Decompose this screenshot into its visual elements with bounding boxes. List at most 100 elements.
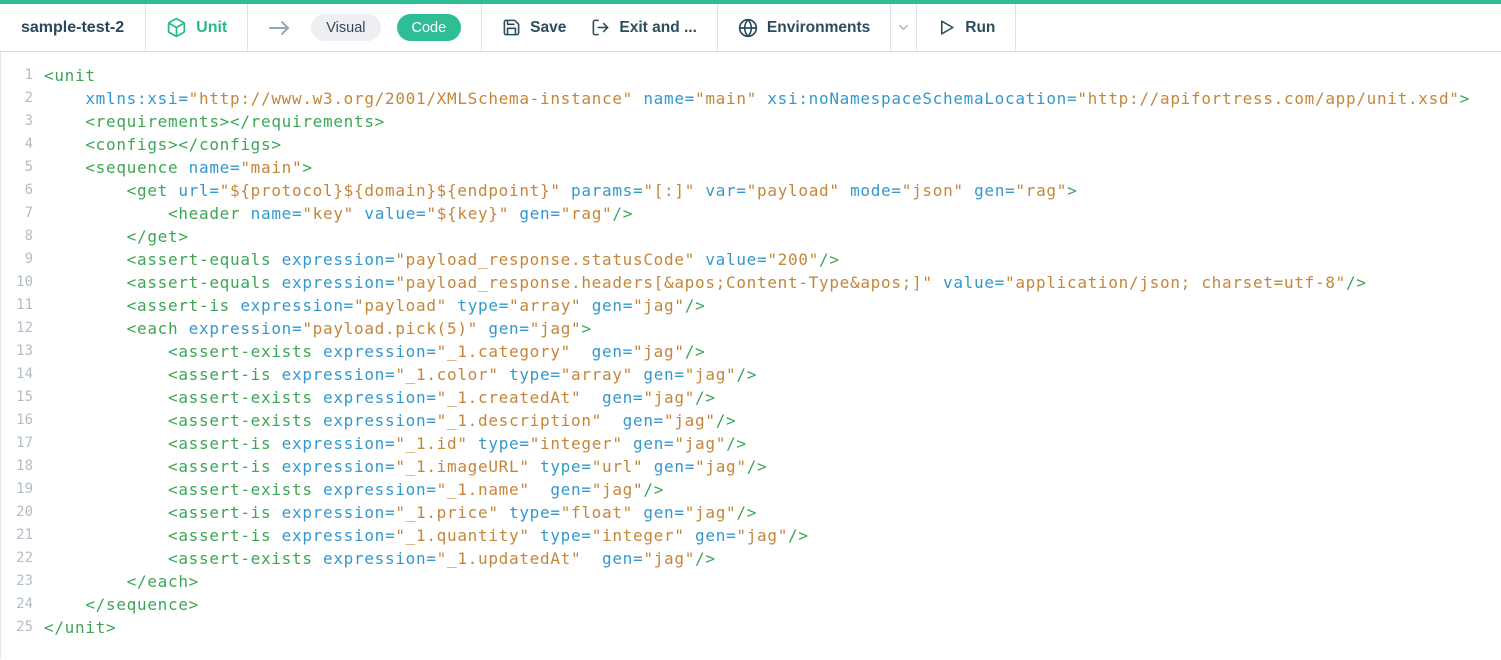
line-number: 5 <box>1 156 33 179</box>
save-label: Save <box>530 19 566 37</box>
code-line[interactable]: 25</unit> <box>1 616 1501 639</box>
code-line[interactable]: 24 </sequence> <box>1 593 1501 616</box>
line-number: 9 <box>1 248 33 271</box>
code-line-text: xmlns:xsi="http://www.w3.org/2001/XMLSch… <box>33 87 1470 110</box>
code-line[interactable]: 23 </each> <box>1 570 1501 593</box>
code-line-text: <sequence name="main"> <box>33 156 313 179</box>
code-line-text: <assert-is expression="payload" type="ar… <box>33 294 705 317</box>
line-number: 4 <box>1 133 33 156</box>
code-line-text: <unit <box>33 64 96 87</box>
line-number: 16 <box>1 409 33 432</box>
code-toggle-button[interactable]: Code <box>397 14 462 41</box>
exit-label: Exit and ... <box>619 19 697 37</box>
globe-icon <box>738 18 758 38</box>
code-line[interactable]: 8 </get> <box>1 225 1501 248</box>
environments-section: Environments <box>718 4 891 51</box>
code-line[interactable]: 9 <assert-equals expression="payload_res… <box>1 248 1501 271</box>
line-number: 19 <box>1 478 33 501</box>
code-line[interactable]: 20 <assert-is expression="_1.price" type… <box>1 501 1501 524</box>
code-line-text: </sequence> <box>33 593 199 616</box>
line-number: 15 <box>1 386 33 409</box>
code-line[interactable]: 6 <get url="${protocol}${domain}${endpoi… <box>1 179 1501 202</box>
code-line[interactable]: 11 <assert-is expression="payload" type=… <box>1 294 1501 317</box>
environments-dropdown-toggle[interactable] <box>891 4 917 51</box>
code-line[interactable]: 5 <sequence name="main"> <box>1 156 1501 179</box>
line-number: 20 <box>1 501 33 524</box>
code-line[interactable]: 21 <assert-is expression="_1.quantity" t… <box>1 524 1501 547</box>
run-label: Run <box>965 19 995 37</box>
line-number: 7 <box>1 202 33 225</box>
code-line-text: <assert-is expression="_1.id" type="inte… <box>33 432 747 455</box>
code-line-text: <assert-is expression="_1.price" type="f… <box>33 501 757 524</box>
save-icon <box>502 18 521 37</box>
code-line[interactable]: 17 <assert-is expression="_1.id" type="i… <box>1 432 1501 455</box>
code-line[interactable]: 16 <assert-exists expression="_1.descrip… <box>1 409 1501 432</box>
arrow-right-icon <box>268 20 292 36</box>
code-line-text: </each> <box>33 570 199 593</box>
line-number: 18 <box>1 455 33 478</box>
code-line-text: <get url="${protocol}${domain}${endpoint… <box>33 179 1077 202</box>
code-line-text: <assert-exists expression="_1.name" gen=… <box>33 478 664 501</box>
line-number: 1 <box>1 64 33 87</box>
line-number: 14 <box>1 363 33 386</box>
exit-button[interactable]: Exit and ... <box>591 18 697 37</box>
code-line[interactable]: 7 <header name="key" value="${key}" gen=… <box>1 202 1501 225</box>
code-line[interactable]: 2 xmlns:xsi="http://www.w3.org/2001/XMLS… <box>1 87 1501 110</box>
code-line[interactable]: 10 <assert-equals expression="payload_re… <box>1 271 1501 294</box>
toolbar: sample-test-2 Unit Visual Code <box>0 4 1501 52</box>
environments-button[interactable]: Environments <box>738 18 870 38</box>
line-number: 13 <box>1 340 33 363</box>
line-number: 24 <box>1 593 33 616</box>
save-exit-section: Save Exit and ... <box>482 4 718 51</box>
code-line[interactable]: 13 <assert-exists expression="_1.categor… <box>1 340 1501 363</box>
save-button[interactable]: Save <box>502 18 566 37</box>
line-number: 11 <box>1 294 33 317</box>
code-line[interactable]: 19 <assert-exists expression="_1.name" g… <box>1 478 1501 501</box>
unit-label[interactable]: Unit <box>196 19 227 37</box>
line-number: 2 <box>1 87 33 110</box>
chevron-down-icon <box>896 20 911 35</box>
code-line[interactable]: 4 <configs></configs> <box>1 133 1501 156</box>
environments-label: Environments <box>767 19 870 37</box>
code-line-text: </get> <box>33 225 189 248</box>
code-line-text: <assert-is expression="_1.quantity" type… <box>33 524 809 547</box>
code-line-text: <assert-equals expression="payload_respo… <box>33 271 1367 294</box>
code-line[interactable]: 15 <assert-exists expression="_1.created… <box>1 386 1501 409</box>
line-number: 3 <box>1 110 33 133</box>
line-number: 23 <box>1 570 33 593</box>
view-toggle-section: Visual Code <box>248 4 482 51</box>
line-number: 8 <box>1 225 33 248</box>
run-button[interactable]: Run <box>937 18 995 37</box>
toolbar-spacer <box>1016 4 1501 51</box>
code-line[interactable]: 12 <each expression="payload.pick(5)" ge… <box>1 317 1501 340</box>
exit-icon <box>591 18 610 37</box>
play-icon <box>937 18 956 37</box>
line-number: 21 <box>1 524 33 547</box>
visual-toggle-button[interactable]: Visual <box>311 14 380 41</box>
line-number: 22 <box>1 547 33 570</box>
code-line-text: <assert-is expression="_1.color" type="a… <box>33 363 757 386</box>
unit-cube-icon <box>166 17 187 38</box>
line-number: 25 <box>1 616 33 639</box>
code-editor[interactable]: 1<unit2 xmlns:xsi="http://www.w3.org/200… <box>0 52 1501 659</box>
code-line[interactable]: 14 <assert-is expression="_1.color" type… <box>1 363 1501 386</box>
code-line-text: <assert-exists expression="_1.descriptio… <box>33 409 736 432</box>
code-area: 1<unit2 xmlns:xsi="http://www.w3.org/200… <box>1 64 1501 639</box>
code-line-text: <requirements></requirements> <box>33 110 385 133</box>
line-number: 17 <box>1 432 33 455</box>
code-line-text: <assert-equals expression="payload_respo… <box>33 248 840 271</box>
line-number: 12 <box>1 317 33 340</box>
code-line[interactable]: 22 <assert-exists expression="_1.updated… <box>1 547 1501 570</box>
code-line-text: </unit> <box>33 616 116 639</box>
line-number: 6 <box>1 179 33 202</box>
code-line-text: <assert-exists expression="_1.updatedAt"… <box>33 547 716 570</box>
run-section: Run <box>917 4 1016 51</box>
code-line[interactable]: 3 <requirements></requirements> <box>1 110 1501 133</box>
code-line[interactable]: 1<unit <box>1 64 1501 87</box>
code-line-text: <configs></configs> <box>33 133 282 156</box>
unit-section: Unit <box>146 4 248 51</box>
code-line[interactable]: 18 <assert-is expression="_1.imageURL" t… <box>1 455 1501 478</box>
code-line-text: <assert-exists expression="_1.createdAt"… <box>33 386 716 409</box>
code-line-text: <header name="key" value="${key}" gen="r… <box>33 202 633 225</box>
test-title: sample-test-2 <box>0 4 146 51</box>
